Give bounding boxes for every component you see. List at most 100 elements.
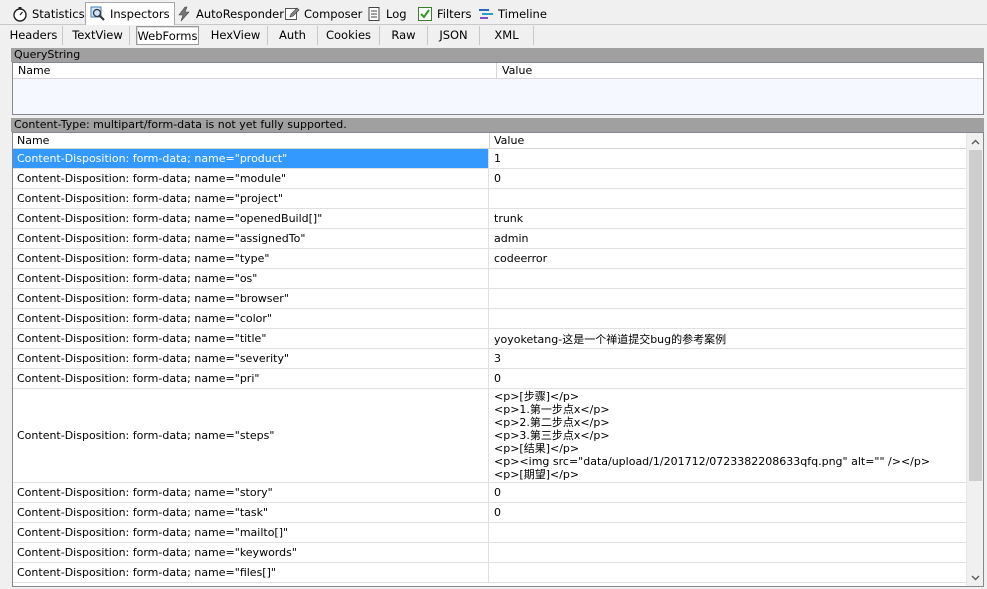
- row-value: [490, 189, 966, 208]
- scroll-thumb[interactable]: [969, 150, 982, 481]
- row-value: 0: [494, 372, 501, 385]
- value-line: <p>2.第二步点x</p>: [494, 416, 610, 429]
- tab-label: Composer: [304, 7, 363, 21]
- column-header-value[interactable]: Value: [497, 63, 532, 79]
- value-line: <p>[步骤]</p>: [494, 390, 580, 403]
- tab-autoresponder[interactable]: AutoResponder: [172, 3, 288, 25]
- row-name: Content-Disposition: form-data; name="co…: [13, 309, 489, 328]
- row-name: Content-Disposition: form-data; name="br…: [13, 289, 489, 308]
- body-header: Content-Type: multipart/form-data is not…: [11, 118, 984, 132]
- row-name: Content-Disposition: form-data; name="st…: [13, 483, 489, 502]
- table-row[interactable]: Content-Disposition: form-data; name="co…: [13, 309, 966, 329]
- row-value: trunk: [494, 212, 524, 225]
- lightning-icon: [176, 6, 192, 22]
- table-row[interactable]: Content-Disposition: form-data; name="fi…: [13, 563, 966, 583]
- pencil-icon: [284, 6, 300, 22]
- subtab-raw[interactable]: Raw: [380, 26, 428, 45]
- querystring-grid[interactable]: Name Value: [12, 62, 984, 115]
- querystring-header: QueryString: [11, 48, 984, 62]
- form-data-column-header: Name Value: [13, 133, 966, 149]
- scroll-down-button[interactable]: [967, 569, 983, 586]
- form-data-grid[interactable]: Name Value Content-Disposition: form-dat…: [12, 132, 984, 587]
- row-name: Content-Disposition: form-data; name="ta…: [13, 503, 489, 522]
- table-row[interactable]: Content-Disposition: form-data; name="pr…: [13, 369, 966, 389]
- subtab-json[interactable]: JSON: [428, 26, 480, 45]
- table-row[interactable]: Content-Disposition: form-data; name="as…: [13, 229, 966, 249]
- vertical-scrollbar[interactable]: [966, 133, 983, 586]
- row-name: Content-Disposition: form-data; name="ke…: [13, 543, 489, 562]
- row-name: Content-Disposition: form-data; name="pr…: [13, 149, 489, 168]
- tab-label: Inspectors: [110, 7, 170, 21]
- chevron-down-icon: [971, 575, 980, 580]
- row-value: 0: [494, 486, 501, 499]
- scroll-up-button[interactable]: [967, 133, 983, 150]
- table-row[interactable]: Content-Disposition: form-data; name="ti…: [13, 329, 966, 349]
- tab-composer[interactable]: Composer: [280, 3, 366, 25]
- subtab-webforms[interactable]: WebForms: [136, 26, 199, 45]
- tab-label: Log: [386, 7, 407, 21]
- table-row[interactable]: Content-Disposition: form-data; name="pr…: [13, 149, 966, 169]
- tab-filters[interactable]: Filters: [413, 3, 475, 25]
- checkbox-icon: [417, 6, 433, 22]
- row-value: [490, 523, 966, 542]
- table-row[interactable]: Content-Disposition: form-data; name="mo…: [13, 169, 966, 189]
- top-tab-bar: Statistics Inspectors AutoResponder Comp…: [0, 0, 987, 25]
- row-value-multiline: <p>[步骤]</p> <p>1.第一步点x</p> <p>2.第二步点x</p…: [490, 389, 966, 482]
- value-line: <p>[期望]</p>: [494, 468, 580, 481]
- row-value: [490, 309, 966, 328]
- row-name: Content-Disposition: form-data; name="os…: [13, 269, 489, 288]
- tab-label: Timeline: [498, 7, 547, 21]
- row-value: [490, 563, 966, 582]
- table-row[interactable]: Content-Disposition: form-data; name="ke…: [13, 543, 966, 563]
- timeline-icon: [478, 6, 494, 22]
- tab-label: Statistics: [32, 7, 85, 21]
- table-row[interactable]: Content-Disposition: form-data; name="st…: [13, 483, 966, 503]
- row-value: 3: [494, 352, 501, 365]
- inspector-sub-tab-bar: Headers TextView WebForms HexView Auth C…: [0, 25, 987, 46]
- row-name: Content-Disposition: form-data; name="se…: [13, 349, 489, 368]
- table-row[interactable]: Content-Disposition: form-data; name="op…: [13, 209, 966, 229]
- tab-timeline[interactable]: Timeline: [474, 3, 551, 25]
- table-row[interactable]: Content-Disposition: form-data; name="pr…: [13, 189, 966, 209]
- chevron-up-icon: [971, 139, 980, 144]
- tab-label: AutoResponder: [196, 7, 284, 21]
- row-value: 1: [494, 152, 501, 165]
- table-row[interactable]: Content-Disposition: form-data; name="se…: [13, 349, 966, 369]
- row-name: Content-Disposition: form-data; name="st…: [13, 389, 489, 482]
- row-value: yoyoketang-这是一个禅道提交bug的参考案例: [494, 332, 727, 346]
- querystring-column-header: Name Value: [13, 63, 983, 79]
- subtab-cookies[interactable]: Cookies: [318, 26, 380, 45]
- tab-label: Filters: [437, 7, 472, 21]
- table-row[interactable]: Content-Disposition: form-data; name="br…: [13, 289, 966, 309]
- tab-log[interactable]: Log: [362, 3, 411, 25]
- row-value: 0: [494, 172, 501, 185]
- row-name: Content-Disposition: form-data; name="ty…: [13, 249, 489, 268]
- row-value: codeerror: [494, 252, 548, 265]
- row-name: Content-Disposition: form-data; name="pr…: [13, 369, 489, 388]
- form-data-rows: Content-Disposition: form-data; name="pr…: [13, 149, 966, 583]
- table-row[interactable]: Content-Disposition: form-data; name="ty…: [13, 249, 966, 269]
- row-value: 0: [494, 506, 501, 519]
- row-name: Content-Disposition: form-data; name="ma…: [13, 523, 489, 542]
- row-name: Content-Disposition: form-data; name="as…: [13, 229, 489, 248]
- row-name: Content-Disposition: form-data; name="op…: [13, 209, 489, 228]
- table-row[interactable]: Content-Disposition: form-data; name="st…: [13, 389, 966, 483]
- table-row[interactable]: Content-Disposition: form-data; name="os…: [13, 269, 966, 289]
- subtab-hexview[interactable]: HexView: [204, 26, 268, 45]
- column-header-name[interactable]: Name: [13, 63, 497, 79]
- row-name: Content-Disposition: form-data; name="ti…: [13, 329, 489, 348]
- subtab-auth[interactable]: Auth: [268, 26, 318, 45]
- row-name: Content-Disposition: form-data; name="fi…: [13, 563, 489, 582]
- table-row[interactable]: Content-Disposition: form-data; name="ta…: [13, 503, 966, 523]
- value-line: <p><img src="data/upload/1/201712/072338…: [494, 455, 931, 468]
- subtab-headers[interactable]: Headers: [5, 26, 63, 45]
- tab-statistics[interactable]: Statistics: [8, 3, 89, 25]
- column-header-name[interactable]: Name: [13, 133, 489, 149]
- subtab-textview[interactable]: TextView: [66, 26, 130, 45]
- table-row[interactable]: Content-Disposition: form-data; name="ma…: [13, 523, 966, 543]
- row-name: Content-Disposition: form-data; name="mo…: [13, 169, 489, 188]
- column-header-value[interactable]: Value: [490, 133, 524, 149]
- log-icon: [366, 6, 382, 22]
- subtab-xml[interactable]: XML: [480, 26, 534, 45]
- tab-inspectors[interactable]: Inspectors: [85, 2, 175, 25]
